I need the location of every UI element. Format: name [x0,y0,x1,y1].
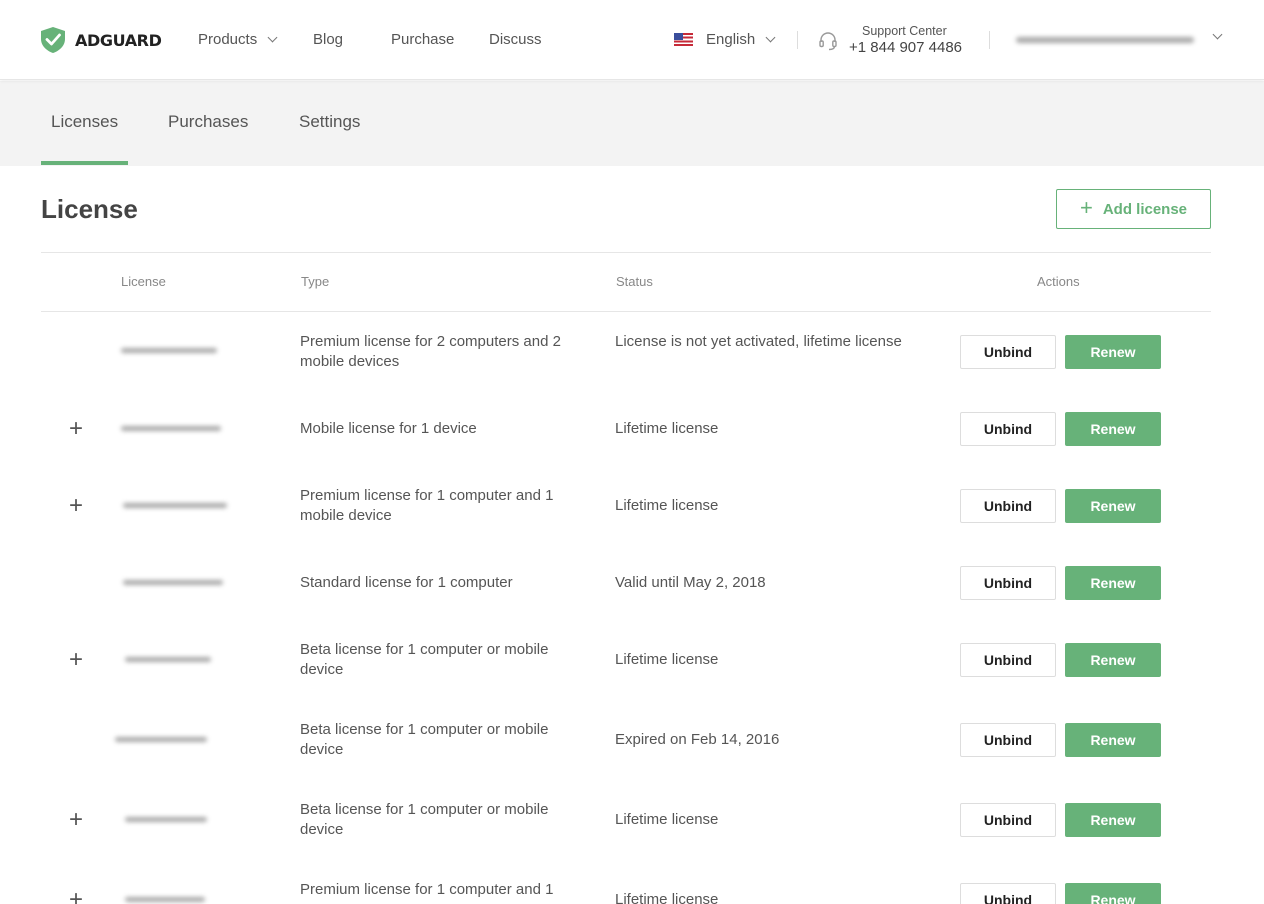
nav-products-label: Products [198,31,258,48]
license-key-redacted [125,657,211,662]
unbind-button[interactable]: Unbind [960,643,1056,677]
header-divider [797,31,798,49]
support-phone[interactable]: +1 844 907 4486 [849,39,962,56]
nav-products[interactable]: Products [198,31,278,48]
page-title: License [41,194,138,224]
renew-button[interactable]: Renew [1065,489,1161,523]
license-type: Premium license for 2 computers and 2 mo… [300,333,561,370]
renew-button[interactable]: Renew [1065,803,1161,837]
top-header: ADGUARD Products Blog Purchase Discuss E… [0,0,1264,80]
nav-purchase-label: Purchase [391,31,455,48]
renew-button[interactable]: Renew [1065,335,1161,369]
license-key-redacted [125,817,207,822]
license-type: Beta license for 1 computer or mobile de… [300,801,549,838]
support-center-label: Support Center [862,24,947,38]
unbind-button[interactable]: Unbind [960,412,1056,446]
license-type: Premium license for 1 computer and 1 [300,881,554,898]
expand-plus-icon[interactable]: + [67,494,85,518]
plus-icon: + [1079,195,1093,220]
adguard-shield-icon [41,27,65,53]
license-status: Lifetime license [615,891,719,904]
add-license-button[interactable]: + Add license [1056,189,1211,229]
active-tab-indicator [41,161,128,165]
chevron-down-icon[interactable] [1212,29,1223,40]
license-status: Lifetime license [615,497,719,514]
column-header-actions: Actions [1037,274,1080,289]
language-label: English [706,31,756,48]
divider [41,311,1211,312]
renew-button[interactable]: Renew [1065,566,1161,600]
headset-icon [819,32,837,51]
nav-blog-label: Blog [313,31,344,48]
chevron-down-icon [765,32,776,43]
unbind-button[interactable]: Unbind [960,566,1056,600]
renew-button[interactable]: Renew [1065,723,1161,757]
license-status: License is not yet activated, lifetime l… [615,333,902,350]
unbind-button[interactable]: Unbind [960,723,1056,757]
divider [41,252,1211,253]
renew-button[interactable]: Renew [1065,643,1161,677]
unbind-button[interactable]: Unbind [960,489,1056,523]
expand-plus-icon[interactable]: + [67,888,85,904]
tab-settings[interactable]: Settings [299,112,360,132]
unbind-button[interactable]: Unbind [960,335,1056,369]
expand-plus-icon[interactable]: + [67,417,85,441]
license-status: Valid until May 2, 2018 [615,574,766,591]
license-type: Beta license for 1 computer or mobile de… [300,721,549,758]
license-key-redacted [115,737,207,742]
tab-purchases[interactable]: Purchases [168,112,248,132]
header-divider [989,31,990,49]
license-status: Expired on Feb 14, 2016 [615,731,780,748]
account-email-redacted[interactable] [1016,37,1194,43]
chevron-down-icon [267,32,278,43]
logo-text: ADGUARD [75,30,162,50]
license-key-redacted [123,580,223,585]
license-key-redacted [123,503,227,508]
license-type: Premium license for 1 computer and 1 mob… [300,487,554,524]
column-header-license: License [121,274,166,289]
license-status: Lifetime license [615,811,719,828]
nav-purchase[interactable]: Purchase [391,31,454,48]
expand-plus-icon[interactable]: + [67,808,85,832]
nav-discuss[interactable]: Discuss [489,31,542,48]
tab-licenses[interactable]: Licenses [51,112,118,132]
license-key-redacted [125,897,205,902]
language-selector[interactable]: English [706,31,776,48]
license-key-redacted [121,348,217,353]
nav-discuss-label: Discuss [489,31,542,48]
license-status: Lifetime license [615,651,719,668]
license-type: Mobile license for 1 device [300,420,477,437]
add-license-label: Add license [1102,200,1188,218]
renew-button[interactable]: Renew [1065,883,1161,904]
column-header-type: Type [301,274,330,289]
license-type: Beta license for 1 computer or mobile de… [300,641,549,678]
column-header-status: Status [616,274,653,289]
license-status: Lifetime license [615,420,719,437]
unbind-button[interactable]: Unbind [960,883,1056,904]
expand-plus-icon[interactable]: + [67,648,85,672]
nav-blog[interactable]: Blog [313,31,343,48]
renew-button[interactable]: Renew [1065,412,1161,446]
account-tabs: Licenses Purchases Settings [0,81,1264,166]
us-flag-canton [674,33,683,40]
license-key-redacted [121,426,221,431]
adguard-logo[interactable]: ADGUARD [40,26,162,54]
unbind-button[interactable]: Unbind [960,803,1056,837]
license-type: Standard license for 1 computer [300,574,513,591]
